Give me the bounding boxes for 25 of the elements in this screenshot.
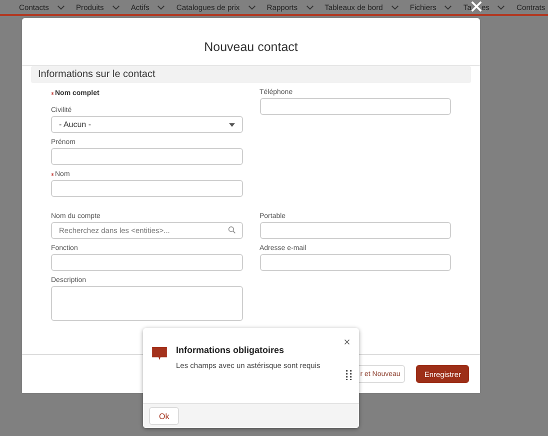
chevron-down-icon[interactable] (112, 4, 120, 10)
caret-down-icon (228, 122, 234, 126)
chevron-down-icon[interactable] (157, 4, 166, 10)
input-field[interactable] (51, 180, 242, 197)
modal-title: Nouveau contact (203, 39, 299, 56)
chevron-down-icon[interactable] (248, 4, 256, 10)
chevron-down-icon[interactable] (56, 4, 65, 10)
input-field[interactable] (51, 148, 242, 165)
chevron-down-icon[interactable] (390, 4, 399, 10)
chat-bubble-icon (152, 347, 167, 360)
drag-handle-icon[interactable] (346, 370, 352, 380)
chevron-down-icon[interactable] (497, 4, 506, 10)
input-field[interactable] (51, 254, 242, 271)
input-field[interactable] (260, 98, 451, 115)
ok-button[interactable]: Ok (149, 407, 180, 425)
chevron-down-icon[interactable] (444, 4, 452, 10)
popover-title: Informations obligatoires (176, 345, 286, 355)
input-field[interactable] (260, 222, 451, 239)
chevron-down-icon[interactable] (306, 4, 314, 10)
close-icon[interactable] (344, 339, 350, 345)
input-field[interactable] (260, 254, 451, 271)
search-icon (228, 226, 236, 234)
textarea-field[interactable] (51, 286, 242, 321)
picklist[interactable]: - Aucun - (51, 116, 242, 133)
section-header: Informations sur le contact (31, 66, 471, 83)
